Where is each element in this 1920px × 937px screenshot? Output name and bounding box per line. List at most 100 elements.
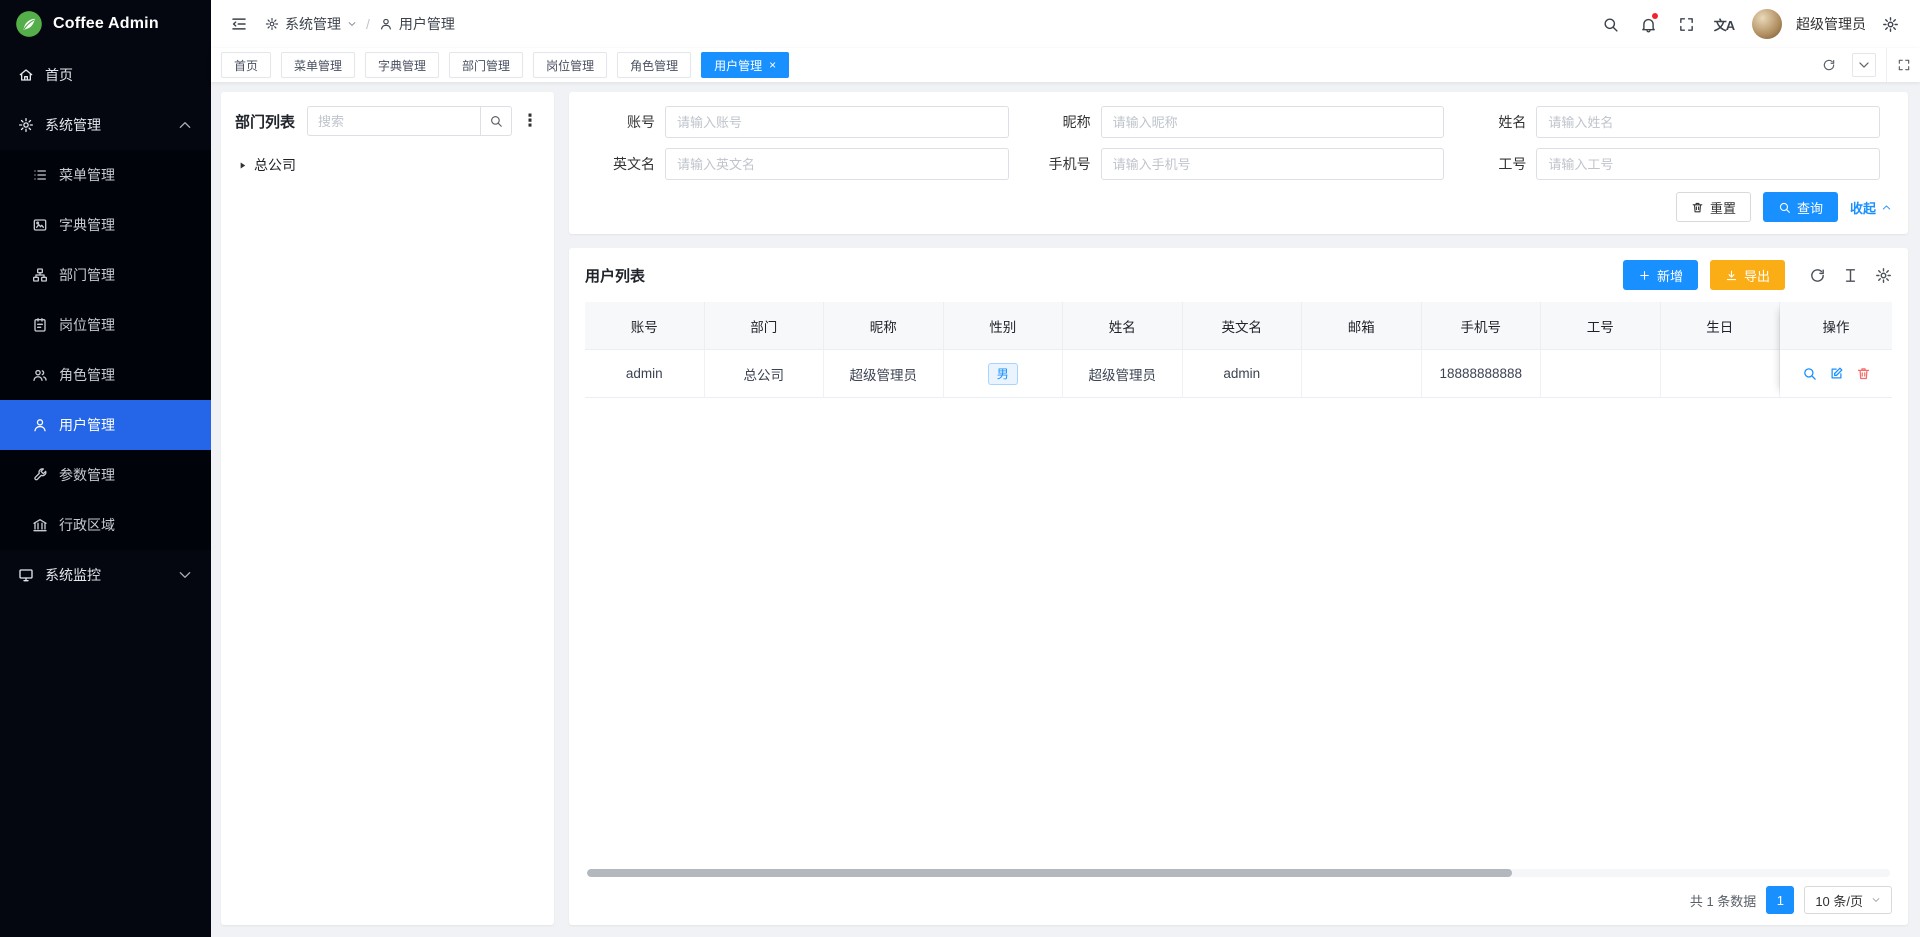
table-empty-space	[585, 398, 1892, 863]
tab-home[interactable]: 首页	[221, 52, 271, 78]
cell-name: 超级管理员	[1063, 350, 1183, 398]
col-header-name: 姓名	[1063, 302, 1183, 350]
account-input[interactable]	[665, 106, 1009, 138]
delete-user-icon[interactable]	[1856, 366, 1871, 381]
export-button-label: 导出	[1744, 266, 1770, 285]
right-column: 账号 昵称 姓名 英文名	[569, 92, 1908, 925]
tree-node-head-office[interactable]: 总公司	[235, 150, 540, 180]
tab-close-icon[interactable]: ×	[769, 59, 776, 71]
sidebar-item-home[interactable]: 首页	[0, 50, 211, 100]
translate-icon[interactable]: 文A	[1708, 8, 1740, 40]
chevron-down-icon	[347, 19, 357, 29]
breadcrumb: 系统管理 / 用户管理	[265, 14, 455, 34]
sidebar-item-role-management[interactable]: 角色管理	[0, 350, 211, 400]
horizontal-scrollbar-track	[587, 869, 1890, 877]
tab-department-management[interactable]: 部门管理	[449, 52, 523, 78]
col-header-operation: 操作	[1780, 302, 1892, 350]
page-content: 部门列表 ⋮ 总公司 账号	[211, 82, 1920, 937]
notification-dot	[1652, 13, 1658, 19]
department-tree: 总公司	[235, 150, 540, 180]
sidebar-item-label: 角色管理	[59, 365, 115, 385]
add-user-button[interactable]: 新增	[1623, 260, 1698, 290]
job-number-input[interactable]	[1536, 148, 1880, 180]
chevron-down-icon	[1871, 895, 1881, 905]
sidebar-item-label: 菜单管理	[59, 165, 115, 185]
department-more-icon[interactable]: ⋮	[520, 106, 540, 136]
col-header-email: 邮箱	[1302, 302, 1422, 350]
monitor-icon	[18, 567, 34, 583]
department-search-button[interactable]	[480, 106, 512, 136]
tab-actions-dropdown-icon[interactable]	[1852, 53, 1876, 77]
current-user-name[interactable]: 超级管理员	[1796, 14, 1866, 34]
sidebar-item-dictionary-management[interactable]: 字典管理	[0, 200, 211, 250]
tab-label: 用户管理	[714, 57, 762, 74]
table-header-row: 账号 部门 昵称 性别 姓名 英文名 邮箱 手机号 工号 生日	[585, 302, 1780, 350]
nickname-input[interactable]	[1101, 106, 1445, 138]
chevron-down-icon	[177, 567, 193, 583]
department-search-input[interactable]	[307, 106, 480, 136]
fullscreen-icon[interactable]	[1670, 8, 1702, 40]
field-label: 姓名	[1456, 112, 1536, 132]
tab-role-management[interactable]: 角色管理	[617, 52, 691, 78]
sidebar-item-position-management[interactable]: 岗位管理	[0, 300, 211, 350]
row-operations	[1780, 350, 1892, 398]
app-logo[interactable]: Coffee Admin	[0, 0, 211, 48]
notification-bell-icon[interactable]	[1632, 8, 1664, 40]
query-button[interactable]: 查询	[1763, 192, 1838, 222]
collapse-sidebar-icon[interactable]	[225, 10, 253, 38]
col-header-english-name: 英文名	[1183, 302, 1303, 350]
tab-menu-management[interactable]: 菜单管理	[281, 52, 355, 78]
sidebar-item-system-monitor[interactable]: 系统监控	[0, 550, 211, 600]
sidebar-item-label: 首页	[45, 65, 73, 85]
refresh-page-icon[interactable]	[1816, 52, 1842, 78]
chevron-up-icon	[1881, 202, 1892, 213]
sidebar-item-parameter-management[interactable]: 参数管理	[0, 450, 211, 500]
settings-gear-icon[interactable]	[1874, 8, 1906, 40]
cell-account: admin	[585, 350, 705, 398]
name-input[interactable]	[1536, 106, 1880, 138]
sidebar-item-system-management[interactable]: 系统管理	[0, 100, 211, 150]
table-scroll-area[interactable]: 账号 部门 昵称 性别 姓名 英文名 邮箱 手机号 工号 生日 ad	[585, 302, 1780, 398]
coffee-logo-icon	[15, 10, 43, 38]
breadcrumb-system-management[interactable]: 系统管理	[265, 14, 357, 34]
collapse-filter-link[interactable]: 收起	[1850, 198, 1892, 217]
field-label: 昵称	[1021, 112, 1101, 132]
wrench-icon	[32, 467, 48, 483]
field-label: 英文名	[585, 154, 665, 174]
home-icon	[18, 67, 34, 83]
tab-user-management[interactable]: 用户管理 ×	[701, 52, 789, 78]
tab-label: 角色管理	[630, 57, 678, 74]
sidebar-item-administrative-region[interactable]: 行政区域	[0, 500, 211, 550]
user-list-title: 用户列表	[585, 265, 1623, 286]
phone-input[interactable]	[1101, 148, 1445, 180]
tab-bar: 首页 菜单管理 字典管理 部门管理 岗位管理 角色管理 用户管理 ×	[211, 48, 1920, 82]
sidebar-item-menu-management[interactable]: 菜单管理	[0, 150, 211, 200]
reset-button[interactable]: 重置	[1676, 192, 1751, 222]
export-button[interactable]: 导出	[1710, 260, 1785, 290]
tab-position-management[interactable]: 岗位管理	[533, 52, 607, 78]
sidebar-item-label: 用户管理	[59, 415, 115, 435]
user-icon	[379, 17, 393, 31]
content-fullscreen-icon[interactable]	[1886, 48, 1920, 82]
view-detail-icon[interactable]	[1802, 366, 1817, 381]
english-name-input[interactable]	[665, 148, 1009, 180]
chevron-up-icon	[177, 117, 193, 133]
sidebar-item-label: 岗位管理	[59, 315, 115, 335]
org-tree-icon	[32, 267, 48, 283]
department-panel: 部门列表 ⋮ 总公司	[221, 92, 554, 925]
breadcrumb-label: 用户管理	[399, 14, 455, 34]
page-size-select[interactable]: 10 条/页	[1804, 886, 1892, 914]
sidebar-item-department-management[interactable]: 部门管理	[0, 250, 211, 300]
refresh-table-icon[interactable]	[1809, 267, 1826, 284]
cell-nickname: 超级管理员	[824, 350, 944, 398]
list-icon	[32, 167, 48, 183]
user-avatar[interactable]	[1752, 9, 1782, 39]
search-icon[interactable]	[1594, 8, 1626, 40]
sidebar-item-user-management[interactable]: 用户管理	[0, 400, 211, 450]
horizontal-scrollbar-thumb[interactable]	[587, 869, 1512, 877]
edit-user-icon[interactable]	[1829, 366, 1844, 381]
page-button-1[interactable]: 1	[1766, 886, 1794, 914]
column-settings-gear-icon[interactable]	[1875, 267, 1892, 284]
tab-dictionary-management[interactable]: 字典管理	[365, 52, 439, 78]
row-density-icon[interactable]	[1842, 267, 1859, 284]
